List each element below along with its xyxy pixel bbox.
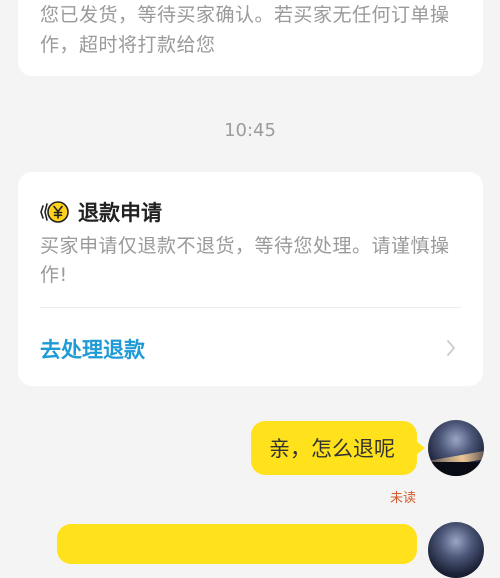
message-text: 亲，怎么退呢 bbox=[269, 437, 395, 461]
refund-yen-icon bbox=[40, 199, 70, 225]
avatar[interactable] bbox=[428, 420, 484, 476]
message-bubble[interactable]: 亲，怎么退呢 bbox=[251, 421, 425, 475]
refund-description: 买家申请仅退款不退货，等待您处理。请谨慎操作! bbox=[40, 235, 450, 286]
refund-header: 退款申请 bbox=[40, 199, 162, 225]
avatar-ground bbox=[428, 462, 484, 476]
process-refund-button[interactable]: 去处理退款 bbox=[40, 322, 461, 372]
notice-text: 您已发货，等待买家确认。若买家无任何订单操作，超时将打款给您 bbox=[40, 4, 450, 56]
refund-request-card: 退款申请 买家申请仅退款不退货，等待您处理。请谨慎操作! 去处理退款 bbox=[18, 172, 483, 386]
divider bbox=[40, 307, 461, 308]
unread-status: 未读 bbox=[389, 491, 416, 506]
process-refund-label: 去处理退款 bbox=[40, 338, 145, 362]
avatar[interactable] bbox=[428, 522, 484, 578]
timestamp: 10:45 bbox=[224, 120, 276, 141]
message-bubble-partial[interactable] bbox=[57, 524, 417, 564]
refund-title: 退款申请 bbox=[78, 201, 162, 225]
notice-card: 您已发货，等待买家确认。若买家无任何订单操作，超时将打款给您 bbox=[18, 0, 483, 76]
chevron-right-icon bbox=[445, 338, 457, 362]
